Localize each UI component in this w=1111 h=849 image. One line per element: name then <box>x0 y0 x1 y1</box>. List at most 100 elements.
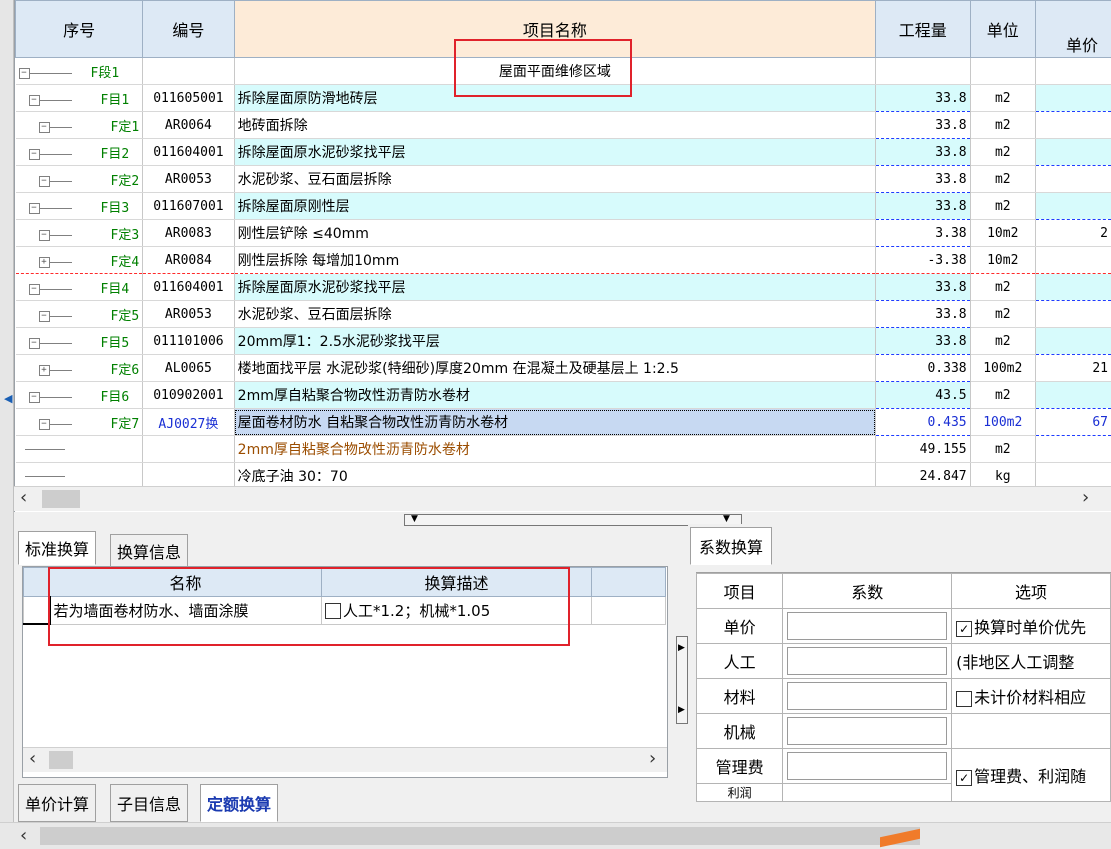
row-qty[interactable] <box>876 58 971 85</box>
row-code[interactable]: AR0053 <box>143 166 235 193</box>
row-price[interactable]: 2 <box>1035 220 1111 247</box>
row-qty[interactable]: 33.8 <box>876 139 971 166</box>
row-name[interactable]: 拆除屋面原水泥砂浆找平层 <box>234 274 875 301</box>
collapse-icon[interactable]: − <box>39 230 50 241</box>
row-seq[interactable]: −F目3 <box>16 193 143 220</box>
row-qty[interactable]: 43.5 <box>876 382 971 409</box>
row-qty[interactable]: 33.8 <box>876 85 971 112</box>
row-seq[interactable]: −F目2 <box>16 139 143 166</box>
row-code[interactable] <box>143 58 235 85</box>
table-row[interactable]: −F目2011604001拆除屋面原水泥砂浆找平层33.8m2 <box>16 139 1111 166</box>
row-code[interactable]: 010902001 <box>143 382 235 409</box>
mgmt-fee-factor-input[interactable] <box>787 752 947 780</box>
row-price[interactable] <box>1035 382 1111 409</box>
collapse-icon[interactable]: − <box>29 284 40 295</box>
table-row[interactable]: −F定5AR0053水泥砂浆、豆石面层拆除33.8m2 <box>16 301 1111 328</box>
row-seq[interactable]: −F定3 <box>16 220 143 247</box>
header-qty[interactable]: 工程量 <box>876 1 971 58</box>
collapse-icon[interactable]: − <box>39 311 50 322</box>
row-price[interactable] <box>1035 301 1111 328</box>
coef-opt-3[interactable]: 未计价材料相应 <box>952 679 1111 714</box>
grid-hscroll-thumb[interactable] <box>42 490 80 508</box>
grid-hscrollbar[interactable]: ‹ › <box>14 486 1111 511</box>
row-seq[interactable]: −F目1 <box>16 85 143 112</box>
header-seq[interactable]: 序号 <box>16 1 143 58</box>
expand-icon[interactable]: + <box>39 257 50 268</box>
material-factor-input[interactable] <box>787 682 947 710</box>
table-row[interactable]: −F定3AR0083刚性层铲除 ≤40mm3.3810m22 <box>16 220 1111 247</box>
collapse-icon[interactable]: − <box>29 338 40 349</box>
row-name[interactable]: 拆除屋面原刚性层 <box>234 193 875 220</box>
tab-unit-price-calc[interactable]: 单价计算 <box>18 784 96 822</box>
row-name[interactable]: 2mm厚自粘聚合物改性沥青防水卷材 <box>234 436 875 463</box>
collapse-icon[interactable]: − <box>29 95 40 106</box>
row-qty[interactable]: 33.8 <box>876 274 971 301</box>
row-seq[interactable]: −F段1 <box>16 58 143 85</box>
row-unit[interactable]: m2 <box>970 166 1035 193</box>
row-unit[interactable]: m2 <box>970 274 1035 301</box>
scroll-right-arrow-icon[interactable]: › <box>1082 487 1089 508</box>
row-unit[interactable]: m2 <box>970 112 1035 139</box>
row-seq[interactable]: −F定1 <box>16 112 143 139</box>
row-code[interactable]: AR0084 <box>143 247 235 274</box>
row-name[interactable]: 拆除屋面原水泥砂浆找平层 <box>234 139 875 166</box>
row-seq[interactable]: −F定2 <box>16 166 143 193</box>
left-splitter-arrow-icon[interactable]: ◀ <box>4 392 12 405</box>
row-unit[interactable]: m2 <box>970 382 1035 409</box>
row-unit[interactable]: 10m2 <box>970 247 1035 274</box>
opt5-checkbox[interactable]: ✓ <box>956 770 972 786</box>
app-hscroll-thumb[interactable] <box>40 827 920 845</box>
row-unit[interactable]: m2 <box>970 301 1035 328</box>
coef-cell-unit-price[interactable] <box>783 609 952 644</box>
row-price[interactable]: 21 <box>1035 355 1111 382</box>
machine-factor-input[interactable] <box>787 717 947 745</box>
coef-cell-material[interactable] <box>783 679 952 714</box>
row-price[interactable] <box>1035 193 1111 220</box>
row-seq[interactable]: +F定4 <box>16 247 143 274</box>
header-code[interactable]: 编号 <box>143 1 235 58</box>
row-unit[interactable]: m2 <box>970 328 1035 355</box>
coef-cell-mgmt-fee[interactable] <box>783 749 952 784</box>
splitter-down-icon-2[interactable]: ▼ <box>723 515 730 524</box>
row-name[interactable]: 刚性层拆除 每增加10mm <box>234 247 875 274</box>
row-price[interactable] <box>1035 166 1111 193</box>
coef-cell-profit[interactable] <box>783 784 952 802</box>
collapse-icon[interactable]: − <box>29 149 40 160</box>
table-row[interactable]: −F定7AJ0027换屋面卷材防水 自粘聚合物改性沥青防水卷材0.435100m… <box>16 409 1111 436</box>
row-seq[interactable]: −F目4 <box>16 274 143 301</box>
row-code[interactable]: AR0083 <box>143 220 235 247</box>
row-name[interactable]: 水泥砂浆、豆石面层拆除 <box>234 301 875 328</box>
vsplitter-right-icon-2[interactable]: ▶ <box>678 705 685 715</box>
row-qty[interactable]: 3.38 <box>876 220 971 247</box>
row-qty[interactable]: 49.155 <box>876 436 971 463</box>
row-unit[interactable] <box>970 58 1035 85</box>
row-code[interactable]: 011604001 <box>143 139 235 166</box>
row-qty[interactable]: 33.8 <box>876 328 971 355</box>
row-qty[interactable]: 33.8 <box>876 166 971 193</box>
collapse-icon[interactable]: − <box>39 419 50 430</box>
coef-opt-5[interactable]: ✓管理费、利润随 <box>952 749 1111 802</box>
row-name[interactable]: 屋面卷材防水 自粘聚合物改性沥青防水卷材 <box>234 409 875 436</box>
row-code[interactable]: AL0065 <box>143 355 235 382</box>
unit-price-factor-input[interactable] <box>787 612 947 640</box>
app-scroll-left-icon[interactable]: ‹ <box>20 825 27 846</box>
row-qty[interactable]: 33.8 <box>876 301 971 328</box>
vsplitter-right-icon[interactable]: ▶ <box>678 643 685 653</box>
row-price[interactable] <box>1035 139 1111 166</box>
row-unit[interactable]: 100m2 <box>970 409 1035 436</box>
row-seq[interactable]: −F目6 <box>16 382 143 409</box>
row-unit[interactable]: m2 <box>970 436 1035 463</box>
row-unit[interactable]: m2 <box>970 139 1035 166</box>
collapse-icon[interactable]: − <box>19 68 30 79</box>
row-code[interactable]: 011605001 <box>143 85 235 112</box>
header-unit[interactable]: 单位 <box>970 1 1035 58</box>
coef-cell-machine[interactable] <box>783 714 952 749</box>
row-code[interactable]: 011604001 <box>143 274 235 301</box>
row-name[interactable]: 水泥砂浆、豆石面层拆除 <box>234 166 875 193</box>
splitter-down-icon[interactable]: ▼ <box>411 515 418 524</box>
table-row[interactable]: −F目501110100620mm厚1：2.5水泥砂浆找平层33.8m2 <box>16 328 1111 355</box>
app-hscrollbar[interactable]: ‹ <box>0 822 1111 849</box>
row-code[interactable]: AJ0027换 <box>143 409 235 436</box>
expand-icon[interactable]: + <box>39 365 50 376</box>
row-price[interactable] <box>1035 274 1111 301</box>
